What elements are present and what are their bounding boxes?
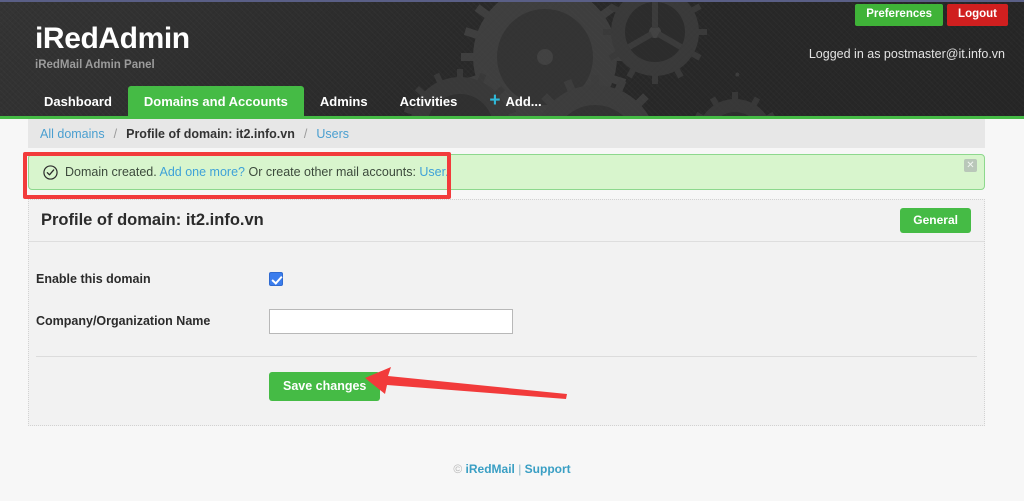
page-footer: © iRedMail | Support <box>0 462 1024 476</box>
alert-message: Domain created. Add one more? Or create … <box>65 165 449 179</box>
breadcrumb-separator-2: / <box>303 126 308 141</box>
label-company-organization-name: Company/Organization Name <box>36 314 211 328</box>
breadcrumb-separator-1: / <box>113 126 118 141</box>
plus-icon: + <box>489 90 501 111</box>
save-changes-button[interactable]: Save changes <box>269 372 381 401</box>
breadcrumb-current: Profile of domain: it2.info.vn <box>126 126 295 141</box>
nav-item-admins[interactable]: Admins <box>304 86 384 116</box>
alert-link-add-one-more[interactable]: Add one more? <box>160 165 245 179</box>
footer-link-support[interactable]: Support <box>525 462 571 476</box>
success-alert: Domain created. Add one more? Or create … <box>28 154 985 190</box>
domain-profile-panel: Profile of domain: it2.info.vn General E… <box>28 199 985 426</box>
check-circle-icon <box>43 164 58 180</box>
page-header: iRedAdmin iRedMail Admin Panel Preferenc… <box>0 0 1024 119</box>
footer-link-iredmail[interactable]: iRedMail <box>466 462 515 476</box>
breadcrumb: All domains / Profile of domain: it2.inf… <box>28 119 985 148</box>
general-tab-button[interactable]: General <box>900 208 971 233</box>
breadcrumb-all-domains[interactable]: All domains <box>40 127 105 141</box>
brand: iRedAdmin iRedMail Admin Panel <box>35 22 190 72</box>
nav-item-activities[interactable]: Activities <box>384 86 474 116</box>
company-name-input[interactable] <box>269 308 513 334</box>
app-root: iRedAdmin iRedMail Admin Panel Preferenc… <box>0 0 1024 501</box>
panel-header: Profile of domain: it2.info.vn General <box>29 200 984 242</box>
nav-item-add-label: Add... <box>505 93 542 109</box>
label-enable-this-domain: Enable this domain <box>36 272 151 286</box>
brand-subtitle: iRedMail Admin Panel <box>35 59 155 71</box>
brand-title: iRedAdmin <box>35 22 190 55</box>
nav-item-dashboard[interactable]: Dashboard <box>28 86 128 116</box>
logout-button[interactable]: Logout <box>947 4 1008 26</box>
preferences-button[interactable]: Preferences <box>855 4 944 26</box>
top-actions: Preferences Logout <box>855 4 1008 26</box>
field-enable-this-domain <box>269 270 984 288</box>
form-actions: Save changes <box>29 357 984 401</box>
copyright-icon: © <box>453 462 463 476</box>
alert-text-prefix: Domain created. <box>65 165 157 179</box>
content-area: All domains / Profile of domain: it2.inf… <box>28 119 985 426</box>
form-row-company-name: Company/Organization Name <box>29 306 984 336</box>
domain-profile-form: Enable this domain Company/Organization … <box>29 242 984 401</box>
field-company-organization-name <box>269 308 984 334</box>
logged-in-status: Logged in as postmaster@it.info.vn <box>808 47 1005 61</box>
breadcrumb-users[interactable]: Users <box>316 127 349 141</box>
nav-underline <box>0 116 1024 119</box>
footer-divider: | <box>518 462 522 476</box>
enable-domain-checkbox[interactable] <box>269 271 283 286</box>
alert-text-middle: Or create other mail accounts: <box>248 165 416 179</box>
nav-item-domains-and-accounts[interactable]: Domains and Accounts <box>127 86 304 116</box>
main-nav: Dashboard Domains and Accounts Admins Ac… <box>0 86 558 116</box>
close-icon[interactable]: ✕ <box>964 159 977 172</box>
nav-item-add[interactable]: + Add... <box>473 86 557 116</box>
alert-link-user[interactable]: User. <box>419 165 448 179</box>
page-title: Profile of domain: it2.info.vn <box>41 211 264 229</box>
form-row-enable-domain: Enable this domain <box>29 264 984 294</box>
